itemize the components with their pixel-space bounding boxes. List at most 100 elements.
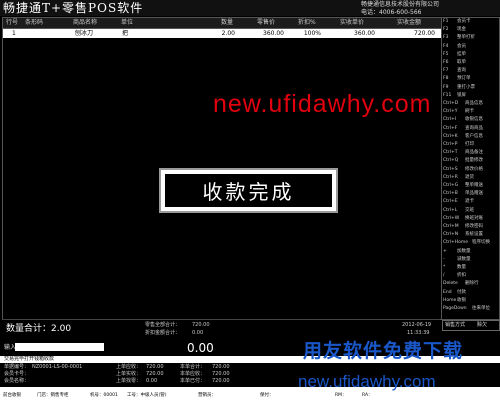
shortcut-label[interactable]: 交班 [465, 208, 474, 214]
shortcut-key: Ctrl+G [443, 183, 459, 188]
shortcut-label[interactable]: 整单打折 [457, 35, 475, 41]
discount-total-label: 折扣金额合计： [145, 330, 181, 336]
shortcut-key: * [443, 265, 446, 270]
table-row[interactable]: 1 刨冰刀 把 2.00 360.00 100% 360.00 720.00 [3, 29, 441, 38]
shortcut-label[interactable]: 程序切换 [472, 240, 490, 246]
shortcut-label[interactable]: 换班对账 [465, 216, 483, 222]
quantity-total: 数量合计：2.00 [6, 324, 71, 335]
shortcut-label[interactable]: 商品备注 [465, 150, 483, 156]
shortcut-key: Ctrl+I [443, 117, 457, 123]
shortcut-key: Ctrl+Y [443, 109, 458, 115]
column-header-row-no: 行号 [6, 19, 19, 26]
retail-total-label: 零售全部合计： [145, 322, 181, 328]
status-item: 门店：销售专柜 [37, 393, 69, 398]
shortcut-key: Ctrl+L [443, 207, 458, 213]
status-item: 前台收银 [3, 393, 21, 398]
shortcut-key: Ctrl+F [443, 125, 458, 131]
this-total-label: 本单合计： [180, 364, 206, 370]
company-phone: 电话：4006-600-566 [361, 9, 422, 16]
this-total-value: 720.00 [212, 364, 230, 370]
shortcut-label[interactable]: 挂单 [457, 52, 466, 58]
shortcut-label[interactable]: 打印 [465, 142, 474, 148]
payment-complete-message: 收款完成 [202, 180, 295, 204]
shortcut-key: F5 [443, 51, 449, 57]
shortcut-label[interactable]: 往来单位 [472, 306, 490, 312]
shortcut-label[interactable]: 刷卡 [465, 109, 474, 115]
shortcut-label[interactable]: 查询商品 [465, 126, 483, 132]
shortcut-key: - [443, 256, 445, 262]
shortcut-label[interactable]: 退货 [465, 175, 474, 181]
shortcut-label[interactable]: 修改密码 [465, 224, 483, 230]
quantity-total-label: 数量合计： [6, 324, 52, 334]
shortcut-label[interactable]: 减数量 [457, 257, 471, 263]
last-due-label: 上单应收： [116, 364, 142, 370]
status-item: RM： [335, 393, 347, 398]
summary-bar: 数量合计：2.00 零售全部合计： 720.00 折扣金额合计： 0.00 20… [2, 319, 440, 339]
shortcut-label[interactable]: 取单 [457, 60, 466, 66]
shortcut-label[interactable]: 锁屏 [457, 93, 466, 99]
shortcut-key: Home [443, 297, 457, 303]
shortcut-key: F8 [443, 76, 449, 82]
status-item: 机号：00001 [90, 393, 118, 398]
shortcut-label[interactable]: 查询 [457, 68, 466, 74]
this-paid-label: 本单已付： [180, 378, 206, 384]
shortcut-key: Ctrl+W [443, 215, 460, 221]
shortcut-label[interactable]: 数量 [457, 265, 466, 271]
shortcut-label[interactable]: 重打小票 [457, 85, 475, 91]
retail-total-value: 720.00 [192, 322, 210, 328]
shortcut-key: F4 [443, 43, 449, 49]
sales-mode-label: 销售方式 [445, 322, 466, 328]
shortcut-label[interactable]: 删除行 [465, 281, 479, 287]
column-header-amount: 实收金额 [397, 19, 422, 26]
shortcut-label[interactable]: 现金 [457, 27, 466, 33]
shortcut-label[interactable]: 单品赠送 [465, 191, 483, 197]
shortcut-key: Ctrl+M [443, 224, 459, 229]
column-header-product-name: 商品名称 [73, 19, 98, 26]
shortcut-label[interactable]: 折扣 [457, 273, 466, 279]
quantity-total-value: 2.00 [51, 324, 72, 334]
shortcut-sidebar: F1 会员卡 F2 现金 F3 整单打折 F4 会员 F5 挂单 F6 取单 F7 查询 F8 预订单 F9 重打… [441, 17, 500, 320]
shortcut-label[interactable]: 客户信息 [465, 134, 483, 140]
this-paid-value: 720.00 [212, 378, 230, 384]
cell-product-name: 刨冰刀 [75, 30, 94, 37]
shortcut-label[interactable]: 收银 [457, 298, 466, 304]
shortcut-label[interactable]: 收银信息 [465, 117, 483, 123]
watermark-url: new.ufidawhy.com [213, 90, 432, 118]
shortcut-key: Delete [443, 281, 458, 287]
column-header-discount: 折扣% [298, 19, 316, 26]
shortcut-label[interactable]: 加数量 [457, 249, 471, 255]
shortcut-key: Ctrl+N [443, 232, 459, 238]
title-bar: 畅捷通T+零售POS软件 畅捷通信息技术股份有限公司 电话：4006-600-5… [0, 0, 500, 16]
shortcut-key: Ctrl+K [443, 133, 458, 139]
shortcut-key: + [443, 248, 447, 254]
discount-total-value: 0.00 [192, 330, 204, 336]
member-name-label: 会员名称： [4, 378, 30, 384]
column-header-unit-price: 实收单价 [340, 19, 365, 26]
shortcut-label[interactable]: 会员卡 [457, 19, 471, 25]
shortcut-key: / [443, 273, 445, 279]
shortcut-key: F3 [443, 35, 449, 41]
table-header: 行号 条形码 商品名称 单位 数量 零售价 折扣% 实收单价 实收金额 [3, 18, 441, 29]
shortcut-label[interactable]: 会员 [457, 44, 466, 50]
shortcut-label[interactable]: 批量修改 [465, 158, 483, 164]
member-no-label: 会员卡号： [4, 371, 30, 377]
shortcut-label[interactable]: 系统设置 [465, 232, 483, 238]
sales-mode-box[interactable]: 销售方式 赊欠 [442, 320, 500, 331]
shortcut-label[interactable]: 修改价格 [465, 167, 483, 173]
shortcut-key: End [443, 289, 452, 295]
shortcut-label[interactable]: 商品信息 [465, 101, 483, 107]
shortcut-label[interactable]: 付款 [457, 290, 466, 296]
last-paid-label: 上单实收： [116, 371, 142, 377]
shortcut-label[interactable]: 整单赠送 [465, 183, 483, 189]
cell-quantity: 2.00 [221, 30, 235, 37]
last-change-label: 上单找零： [116, 378, 142, 384]
shortcut-key: Ctrl+R [443, 174, 458, 180]
input-field[interactable] [15, 343, 104, 351]
shortcut-label[interactable]: 退卡 [465, 199, 474, 205]
shortcut-key: Ctrl+D [443, 101, 459, 106]
shortcut-label[interactable]: 预订单 [457, 76, 471, 82]
payment-complete-dialog[interactable]: 收款完成 [159, 168, 338, 213]
column-header-retail-price: 零售价 [257, 19, 276, 26]
status-item: 保付： [260, 393, 274, 398]
shortcut-key: F1 [443, 19, 449, 24]
